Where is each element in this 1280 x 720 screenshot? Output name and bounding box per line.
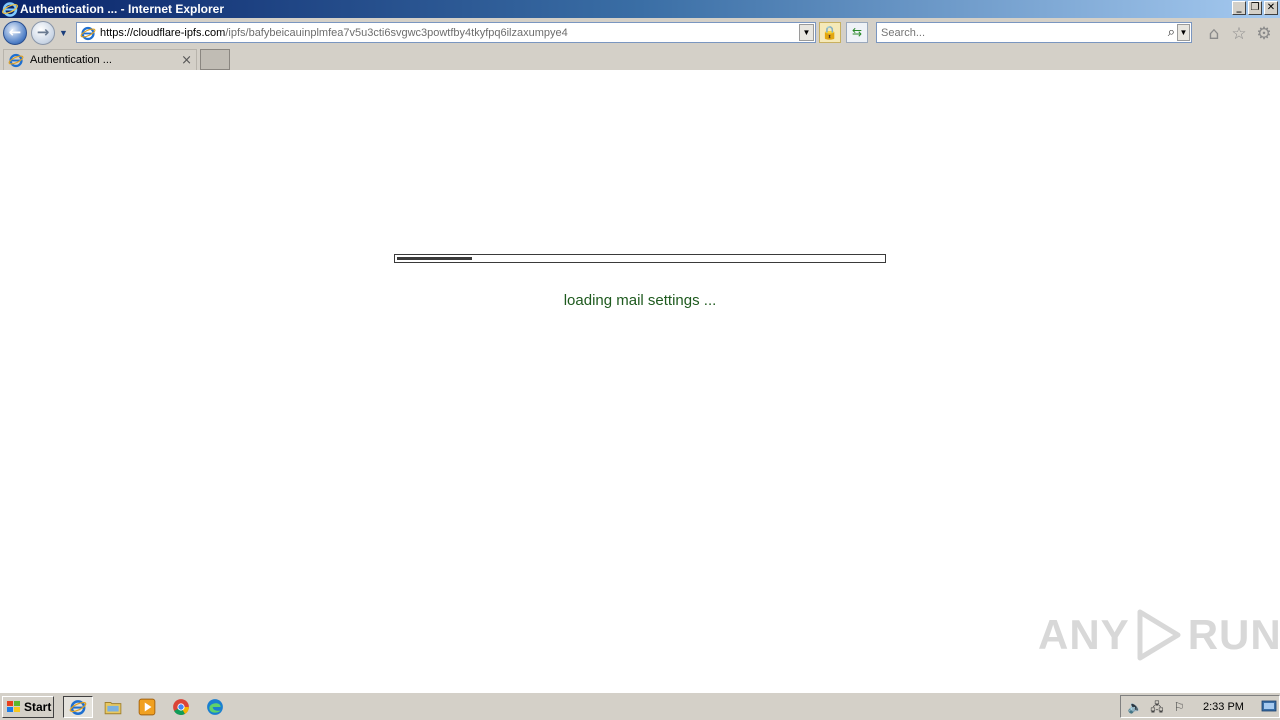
- page-content: loading mail settings ... ANY RUN: [0, 70, 1280, 692]
- address-bar[interactable]: https://cloudflare-ipfs.com/ipfs/bafybei…: [76, 22, 816, 43]
- search-dropdown-icon[interactable]: ▼: [1177, 24, 1190, 41]
- taskbar: Start 🔈 🖧 ⚐ 2:33 PM: [0, 692, 1280, 720]
- settings-gear-icon[interactable]: ⚙: [1254, 24, 1274, 44]
- window-titlebar: Authentication ... - Internet Explorer _…: [0, 0, 1280, 18]
- minimize-button[interactable]: _: [1232, 1, 1246, 15]
- search-input[interactable]: [877, 26, 1168, 39]
- taskbar-edge[interactable]: [200, 696, 230, 718]
- tab-strip: Authentication ... ×: [0, 48, 1280, 70]
- forward-arrow-icon: →: [36, 23, 50, 41]
- windows-flag-icon: [7, 701, 20, 712]
- folder-icon: [104, 702, 122, 715]
- back-button[interactable]: ←: [3, 21, 27, 45]
- url-host: https://cloudflare-ipfs.com: [100, 26, 226, 39]
- taskbar-file-explorer[interactable]: [98, 696, 128, 718]
- new-tab-button[interactable]: [200, 49, 230, 70]
- home-icon[interactable]: ⌂: [1204, 24, 1224, 44]
- ie-tab-icon: [8, 53, 24, 68]
- favorites-star-icon[interactable]: ☆: [1229, 24, 1249, 44]
- progress-bar-fill: [397, 257, 472, 260]
- watermark-text-left: ANY: [1038, 611, 1130, 658]
- edge-icon: [207, 699, 223, 715]
- window-title: Authentication ... - Internet Explorer: [20, 2, 225, 16]
- loading-message: loading mail settings ...: [563, 292, 717, 309]
- address-dropdown-icon[interactable]: ▼: [799, 24, 814, 41]
- play-logo-icon: [1137, 609, 1181, 661]
- search-icon[interactable]: ⌕: [1168, 25, 1175, 40]
- internet-explorer-taskbar-icon: [69, 700, 87, 715]
- lock-icon: 🔒: [821, 25, 839, 40]
- url-path: /ipfs/bafybeicauinplmfea7v5u3cti6svgwc3p…: [225, 26, 568, 39]
- anyrun-watermark: ANY RUN: [1038, 608, 1280, 662]
- security-lock-button[interactable]: 🔒: [819, 22, 841, 43]
- navigation-bar: ← → ▼ https://cloudflare-ipfs.com/ipfs/b…: [0, 18, 1280, 48]
- watermark-text-right: RUN: [1187, 611, 1280, 658]
- tab-authentication[interactable]: Authentication ... ×: [3, 49, 197, 70]
- chrome-icon: [173, 699, 189, 715]
- restore-button[interactable]: ❐: [1248, 1, 1262, 15]
- ie-page-icon: [80, 26, 96, 40]
- action-center-flag-icon[interactable]: ⚐: [1171, 699, 1187, 715]
- address-url[interactable]: https://cloudflare-ipfs.com/ipfs/bafybei…: [100, 27, 799, 39]
- close-window-button[interactable]: ✕: [1264, 1, 1278, 15]
- forward-button[interactable]: →: [31, 21, 55, 45]
- refresh-button[interactable]: ⇆: [846, 22, 868, 43]
- taskbar-chrome[interactable]: [166, 696, 196, 718]
- clock[interactable]: 2:33 PM: [1203, 701, 1244, 713]
- taskbar-media-player[interactable]: [132, 696, 162, 718]
- tab-close-icon[interactable]: ×: [181, 53, 192, 68]
- system-tray: 🔈 🖧 ⚐ 2:33 PM: [1120, 695, 1280, 718]
- loading-progress-bar: [394, 254, 886, 263]
- refresh-icon: ⇆: [851, 25, 863, 39]
- taskbar-internet-explorer[interactable]: [63, 696, 93, 718]
- tab-label: Authentication ...: [30, 54, 112, 66]
- volume-icon[interactable]: 🔈: [1127, 699, 1143, 715]
- media-player-icon: [138, 698, 156, 716]
- start-label: Start: [24, 700, 52, 714]
- network-icon[interactable]: 🖧: [1149, 699, 1165, 715]
- start-button[interactable]: Start: [2, 696, 54, 718]
- internet-explorer-icon: [2, 2, 18, 17]
- back-arrow-icon: ←: [8, 23, 22, 41]
- window-controls: _ ❐ ✕: [1232, 1, 1278, 15]
- search-box[interactable]: ⌕ ▼: [876, 22, 1192, 43]
- show-desktop-icon[interactable]: [1261, 698, 1277, 714]
- recent-pages-dropdown-icon[interactable]: ▼: [59, 28, 68, 38]
